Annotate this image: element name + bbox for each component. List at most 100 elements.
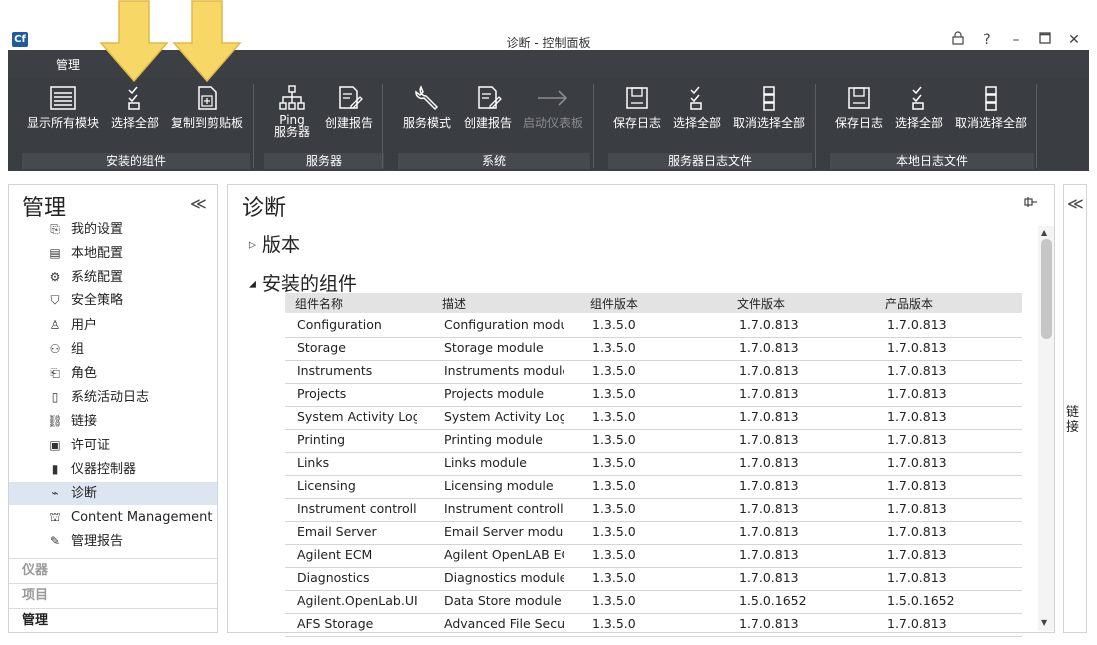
network-icon (279, 85, 305, 110)
table-cell: 1.7.0.813 (739, 455, 799, 470)
table-cell: 1.7.0.813 (887, 616, 947, 631)
table-row[interactable]: Agilent.OpenLab.UI.I Data Store module 1.3… (285, 590, 1022, 614)
table-row[interactable]: Printing Printing module 1.3.5.0 1.7.0.813 1… (285, 429, 1022, 453)
column-header[interactable]: 组件版本 (590, 295, 638, 312)
nav-section-projects[interactable]: 项目 (9, 583, 217, 608)
table-row[interactable]: Email Server Email Server module 1.3.5.0 1.… (285, 521, 1022, 545)
launch-dashboard-button[interactable]: 启动仪表板 (520, 84, 586, 144)
table-row[interactable]: Instruments Instruments module 1.3.5.0 1.7.… (285, 360, 1022, 384)
table-cell: 1.7.0.813 (739, 570, 799, 585)
table-row[interactable]: Instrument controlle Instrument controlle… (285, 498, 1022, 522)
nav-item-roles[interactable]: ⎗ 角色 (9, 362, 217, 385)
nav-item-diagnostics[interactable]: ⌁ 诊断 (9, 482, 217, 505)
gear-icon: ⚙ (49, 270, 61, 284)
checklist-icon (912, 86, 924, 110)
maximize-icon[interactable] (1035, 31, 1055, 49)
help-icon[interactable]: ? (977, 31, 997, 49)
table-cell: 1.7.0.813 (887, 501, 947, 516)
table-row[interactable]: Agilent ECM Agilent OpenLAB EC 1.3.5.0 1.7.… (285, 544, 1022, 568)
nav-item-users[interactable]: ♙ 用户 (9, 314, 217, 337)
table-row[interactable]: Licensing Licensing module 1.3.5.0 1.7.0.81… (285, 475, 1022, 499)
table-cell: 1.7.0.813 (739, 409, 799, 424)
group-separator (382, 84, 383, 168)
table-cell: 1.7.0.813 (887, 478, 947, 493)
group-label-system: 系统 (398, 153, 590, 169)
scroll-down-icon[interactable]: ▼ (1041, 618, 1047, 627)
column-header[interactable]: 描述 (442, 295, 466, 312)
nav-section-instruments[interactable]: 仪器 (9, 558, 217, 583)
nav-item-my-settings[interactable]: ⎘ 我的设置 (9, 218, 217, 241)
group-label-server-log: 服务器日志文件 (608, 153, 812, 169)
nav-item-content-management[interactable]: ⛫ Content Management (9, 506, 217, 529)
table-row[interactable]: Links Links module 1.3.5.0 1.7.0.813 1.7.0.8… (285, 452, 1022, 476)
table-row[interactable]: Configuration Configuration modul 1.3.5.0 1… (285, 314, 1022, 338)
table-cell: 1.7.0.813 (739, 386, 799, 401)
wrench-icon (415, 85, 439, 111)
scrollbar-thumb[interactable] (1041, 239, 1052, 339)
table-cell: 1.7.0.813 (887, 455, 947, 470)
group-separator (1036, 84, 1037, 168)
installed-section-toggle[interactable]: ◢ 安装的组件 (249, 269, 357, 296)
group-separator (253, 84, 254, 168)
nav-item-admin-reports[interactable]: ✎ 管理报告 (9, 530, 217, 553)
close-icon[interactable]: ✕ (1064, 31, 1084, 49)
table-cell: Instruments module (444, 363, 564, 378)
table-cell: 1.7.0.813 (739, 501, 799, 516)
column-header[interactable]: 产品版本 (885, 295, 933, 312)
nav-item-security-policy[interactable]: ⛉ 安全策略 (9, 289, 217, 312)
table-row[interactable]: AFS Storage Advanced File Securi 1.3.5.0 1.… (285, 613, 1022, 637)
nav-item-system-config[interactable]: ⚙ 系统配置 (9, 266, 217, 289)
checklist-icon (690, 86, 702, 110)
table-cell: 1.7.0.813 (887, 432, 947, 447)
version-section-toggle[interactable]: ▷ 版本 (249, 230, 300, 257)
expand-right-panel-icon[interactable]: ≪ (1067, 194, 1084, 213)
table-cell: 1.5.0.1652 (739, 593, 807, 608)
table-cell: 1.3.5.0 (592, 593, 636, 608)
create-report-system-button[interactable]: 创建报告 (460, 84, 516, 144)
table-cell: Configuration modul (444, 317, 564, 332)
save-log-server-button[interactable]: 保存日志 (610, 84, 664, 144)
module-list-icon (50, 86, 76, 110)
show-all-modules-button[interactable]: 显示所有模块 (24, 84, 102, 144)
column-header[interactable]: 组件名称 (295, 295, 343, 312)
copy-to-clipboard-button[interactable]: 复制到剪贴板 (168, 84, 246, 144)
save-log-local-button[interactable]: 保存日志 (832, 84, 886, 144)
table-row[interactable]: Storage Storage module 1.3.5.0 1.7.0.813 1.7… (285, 337, 1022, 361)
nav-section-admin[interactable]: 管理 (9, 608, 217, 633)
table-row[interactable]: Diagnostics Diagnostics module 1.3.5.0 1.7.… (285, 567, 1022, 591)
deselect-all-local-log-button[interactable]: 取消选择全部 (952, 84, 1030, 144)
table-cell: Storage module (444, 340, 544, 355)
select-all-server-log-button[interactable]: 选择全部 (670, 84, 724, 144)
select-all-local-log-button[interactable]: 选择全部 (892, 84, 946, 144)
local-config-icon: ▤ (49, 246, 61, 260)
lock-icon[interactable] (948, 31, 968, 49)
license-icon: ▣ (49, 438, 61, 452)
group-label-local-log: 本地日志文件 (830, 153, 1034, 169)
collapse-left-icon[interactable]: ≪ (190, 194, 207, 213)
table-cell: 1.7.0.813 (739, 524, 799, 539)
nav-item-local-config[interactable]: ▤ 本地配置 (9, 242, 217, 265)
table-cell: 1.7.0.813 (887, 570, 947, 585)
service-mode-button[interactable]: 服务模式 (398, 84, 456, 144)
nav-item-links[interactable]: ⛓ 链接 (9, 410, 217, 433)
column-header[interactable]: 文件版本 (737, 295, 785, 312)
table-row[interactable]: Projects Projects module 1.3.5.0 1.7.0.813 1… (285, 383, 1022, 407)
minimize-icon[interactable]: – (1006, 31, 1026, 49)
select-all-button[interactable]: 选择全部 (108, 84, 162, 144)
expand-right-icon: ▷ (249, 240, 256, 251)
table-cell: Links module (444, 455, 527, 470)
nav-item-groups[interactable]: ⚇ 组 (9, 338, 217, 361)
ping-server-button[interactable]: Ping 服务器 (266, 84, 318, 144)
nav-item-instrument-controllers[interactable]: ▮ 仪器控制器 (9, 458, 217, 481)
role-icon: ⎗ (50, 366, 60, 380)
pin-icon[interactable] (1024, 196, 1038, 211)
scroll-up-icon[interactable]: ▲ (1041, 228, 1047, 237)
table-row[interactable]: System Activity Log System Activity Log r… (285, 406, 1022, 430)
create-report-server-button[interactable]: 创建报告 (322, 84, 376, 144)
ribbon-tab-manage[interactable]: 管理 (40, 54, 96, 78)
links-panel-label[interactable]: 链接 (1066, 405, 1082, 435)
nav-item-activity-log[interactable]: ▯ 系统活动日志 (9, 386, 217, 409)
nav-item-licenses[interactable]: ▣ 许可证 (9, 434, 217, 457)
deselect-all-server-log-button[interactable]: 取消选择全部 (730, 84, 808, 144)
page-title: 诊断 (242, 196, 287, 221)
